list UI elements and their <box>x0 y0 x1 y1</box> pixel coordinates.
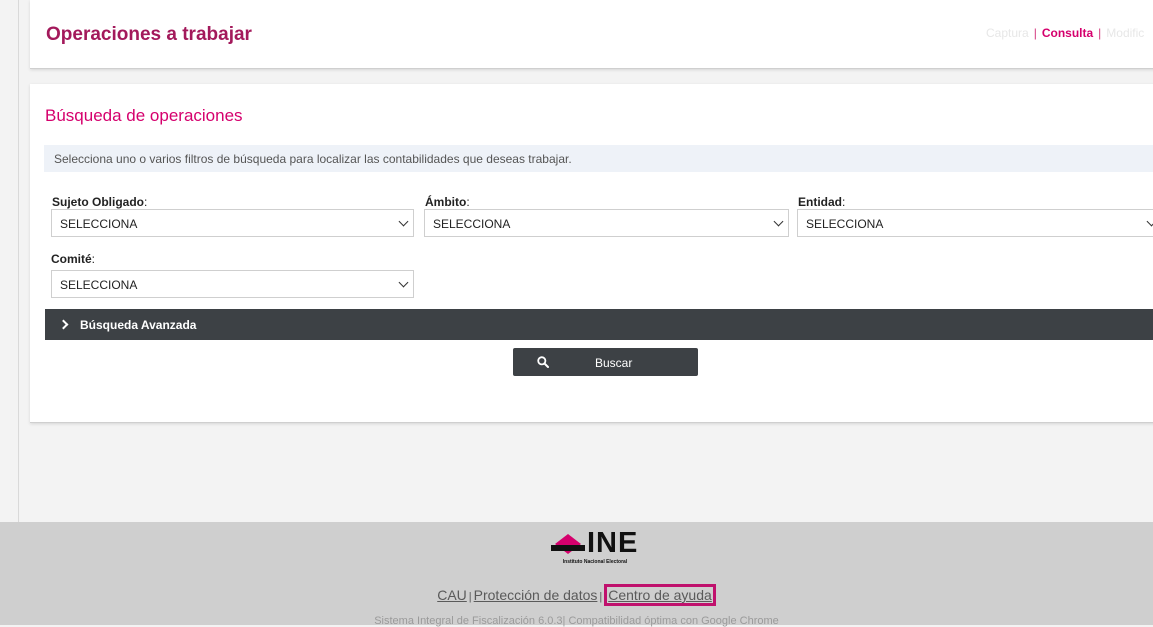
header-card: Operaciones a trabajar Captura | Consulta |… <box>30 0 1153 69</box>
chevron-right-icon <box>58 319 69 330</box>
search-button[interactable]: Buscar <box>513 348 698 376</box>
search-icon <box>537 356 549 368</box>
sujeto-obligado-value: SELECCIONA <box>60 217 138 231</box>
chevron-down-icon <box>1146 216 1153 227</box>
page-left-rule <box>18 0 19 522</box>
comite-value: SELECCIONA <box>60 278 138 292</box>
nav-separator: | <box>1098 26 1102 40</box>
comite-label: Comité: <box>51 252 96 266</box>
mode-nav: Captura | Consulta | Modific <box>986 26 1144 40</box>
help-link-highlight: Centro de ayuda <box>604 584 716 606</box>
entidad-label: Entidad: <box>798 195 846 209</box>
footer-version: Sistema Integral de Fiscalización 6.0.3|… <box>374 615 779 627</box>
entidad-select[interactable]: SELECCIONA <box>797 209 1153 237</box>
ine-logo-subtitle: Instituto Nacional Electoral <box>562 559 628 565</box>
sujeto-obligado-label: Sujeto Obligado: <box>52 195 148 209</box>
search-card: Búsqueda de operaciones Selecciona uno o… <box>30 84 1153 423</box>
search-button-label: Buscar <box>595 356 633 370</box>
advanced-search-toggle[interactable]: Búsqueda Avanzada <box>45 309 1153 340</box>
chevron-down-icon <box>398 277 409 288</box>
nav-separator: | <box>1033 26 1037 40</box>
cau-link[interactable]: CAU <box>437 587 467 603</box>
chevron-down-icon <box>398 216 409 227</box>
ine-logo: INE Instituto Nacional Electoral <box>551 527 661 570</box>
nav-capture-link[interactable]: Captura <box>986 26 1029 40</box>
help-center-link[interactable]: Centro de ayuda <box>608 587 712 603</box>
page-title: Operaciones a trabajar <box>46 24 252 45</box>
footer: INE Instituto Nacional Electoral CAU | Pro… <box>0 522 1153 627</box>
comite-select[interactable]: SELECCIONA <box>51 270 414 298</box>
footer-separator: | <box>468 591 472 603</box>
entidad-value: SELECCIONA <box>806 217 884 231</box>
info-bar: Selecciona uno o varios filtros de búsqu… <box>44 145 1153 172</box>
ine-logo-text: INE <box>587 527 639 559</box>
ambito-value: SELECCIONA <box>433 217 511 231</box>
ine-logo-icon <box>551 534 585 554</box>
ambito-label: Ámbito: <box>425 195 470 209</box>
section-title: Búsqueda de operaciones <box>45 106 243 125</box>
privacy-link[interactable]: Protección de datos <box>474 587 598 603</box>
ambito-select[interactable]: SELECCIONA <box>424 209 789 237</box>
advanced-search-label: Búsqueda Avanzada <box>80 318 197 332</box>
sujeto-obligado-select[interactable]: SELECCIONA <box>51 209 414 237</box>
nav-consult-link[interactable]: Consulta <box>1042 26 1093 40</box>
nav-modify-link[interactable]: Modific <box>1106 26 1144 40</box>
footer-links: CAU | Protección de datos | Centro de ayuda <box>0 584 1153 606</box>
info-text: Selecciona uno o varios filtros de búsqu… <box>54 152 572 166</box>
chevron-down-icon <box>773 216 784 227</box>
footer-separator: | <box>599 591 603 603</box>
